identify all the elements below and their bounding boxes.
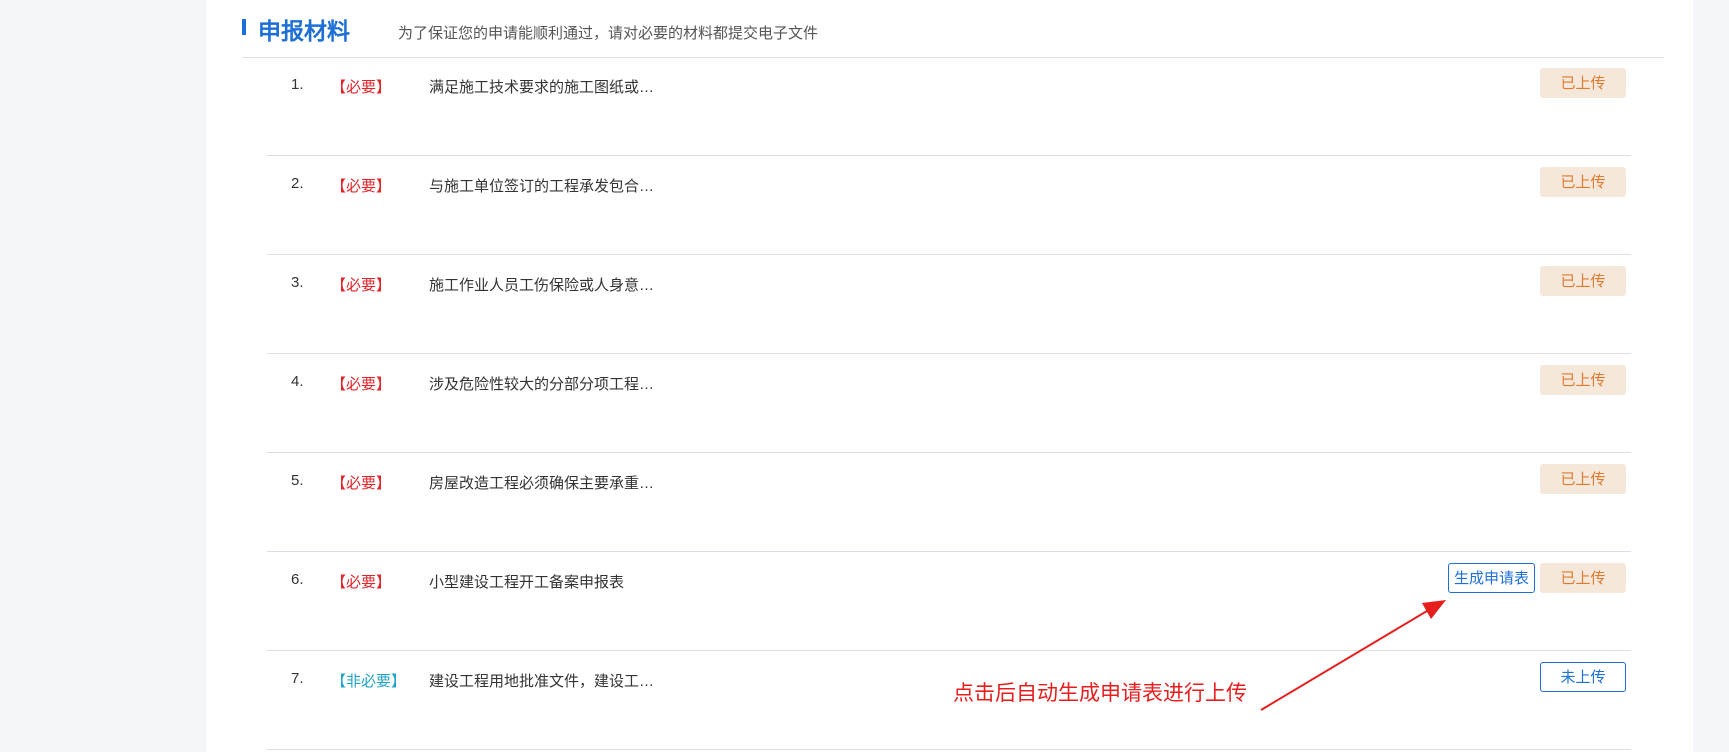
material-index: 5.: [291, 472, 304, 489]
upload-status-button[interactable]: 已上传: [1540, 464, 1626, 494]
required-tag: 【必要】: [331, 475, 392, 492]
material-row: 6. 【必要】 小型建设工程开工备案申报表 生成申请表 已上传: [267, 552, 1631, 651]
material-row: 2. 【必要】 与施工单位签订的工程承发包合… 已上传: [267, 156, 1631, 255]
optional-tag: 【非必要】: [331, 673, 407, 690]
material-row: 1. 【必要】 满足施工技术要求的施工图纸或… 已上传: [267, 57, 1631, 156]
material-row: 4. 【必要】 涉及危险性较大的分部分项工程… 已上传: [267, 354, 1631, 453]
material-index: 3.: [291, 274, 304, 291]
upload-button[interactable]: 未上传: [1540, 662, 1626, 692]
required-tag: 【必要】: [331, 277, 392, 294]
required-tag: 【必要】: [331, 376, 392, 393]
upload-status-button[interactable]: 已上传: [1540, 167, 1626, 197]
upload-status-button[interactable]: 已上传: [1540, 266, 1626, 296]
material-index: 6.: [291, 571, 304, 588]
material-index: 2.: [291, 175, 304, 192]
material-name[interactable]: 建设工程用地批准文件，建设工…: [429, 670, 654, 691]
section-title: 申报材料: [258, 18, 350, 44]
materials-list: 1. 【必要】 满足施工技术要求的施工图纸或… 已上传 2. 【必要】 与施工单…: [267, 57, 1631, 750]
material-index: 1.: [291, 76, 304, 93]
material-index: 4.: [291, 373, 304, 390]
material-name[interactable]: 与施工单位签订的工程承发包合…: [429, 175, 654, 196]
material-name[interactable]: 房屋改造工程必须确保主要承重…: [429, 472, 654, 493]
required-tag: 【必要】: [331, 574, 392, 591]
material-name[interactable]: 涉及危险性较大的分部分项工程…: [429, 373, 654, 394]
generate-application-button[interactable]: 生成申请表: [1448, 563, 1535, 593]
required-tag: 【必要】: [331, 79, 392, 96]
material-name[interactable]: 施工作业人员工伤保险或人身意…: [429, 274, 654, 295]
required-tag: 【必要】: [331, 178, 392, 195]
upload-status-button[interactable]: 已上传: [1540, 365, 1626, 395]
material-row: 5. 【必要】 房屋改造工程必须确保主要承重… 已上传: [267, 453, 1631, 552]
materials-panel: 申报材料 为了保证您的申请能顺利通过，请对必要的材料都提交电子文件 1. 【必要…: [206, 0, 1693, 752]
material-name[interactable]: 满足施工技术要求的施工图纸或…: [429, 76, 654, 97]
section-subtitle: 为了保证您的申请能顺利通过，请对必要的材料都提交电子文件: [398, 25, 819, 42]
material-row: 7. 【非必要】 建设工程用地批准文件，建设工… 未上传: [267, 651, 1631, 750]
header-accent-bar: [242, 19, 246, 35]
annotation-text: 点击后自动生成申请表进行上传: [953, 682, 1247, 705]
section-header: 申报材料 为了保证您的申请能顺利通过，请对必要的材料都提交电子文件: [242, 0, 1664, 58]
material-row: 3. 【必要】 施工作业人员工伤保险或人身意… 已上传: [267, 255, 1631, 354]
material-index: 7.: [291, 670, 304, 687]
upload-status-button[interactable]: 已上传: [1540, 68, 1626, 98]
material-name[interactable]: 小型建设工程开工备案申报表: [429, 571, 624, 592]
upload-status-button[interactable]: 已上传: [1540, 563, 1626, 593]
